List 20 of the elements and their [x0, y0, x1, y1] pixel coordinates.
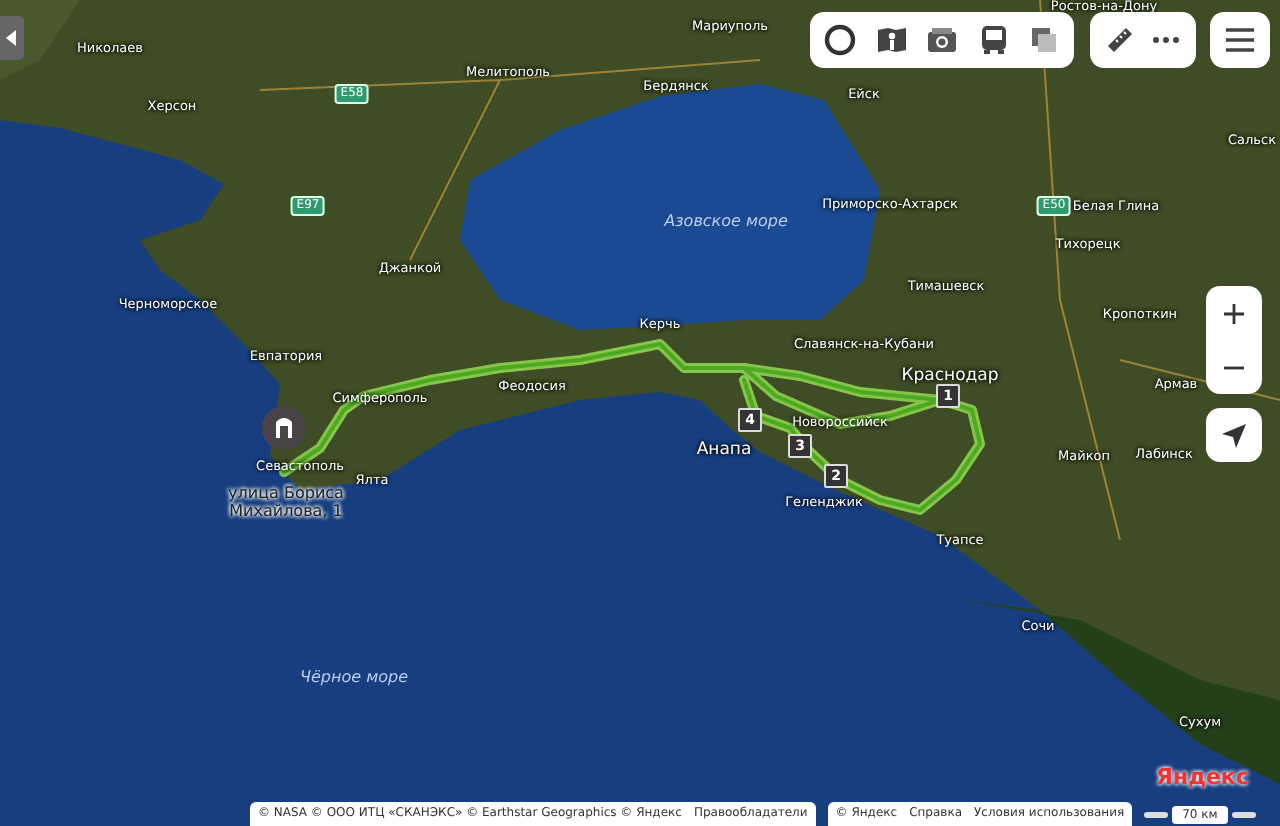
logo-text: Яндекс: [1156, 764, 1249, 790]
bus-icon: [977, 24, 1009, 56]
city-label: Анапа: [696, 441, 752, 459]
plus-icon: [1222, 301, 1246, 325]
caret-left-icon: [6, 30, 18, 46]
sea-label: Азовское море: [664, 214, 788, 230]
overlapping-squares-icon: [1028, 24, 1060, 56]
city-label: Краснодар: [901, 367, 999, 385]
sea-label: Чёрное море: [300, 670, 408, 686]
collapse-panel-button[interactable]: [0, 16, 24, 60]
menu-button[interactable]: [1210, 12, 1270, 68]
ruler-icon: [1104, 24, 1136, 56]
building-pin-icon[interactable]: [262, 406, 306, 450]
location-arrow-icon: [1220, 421, 1248, 449]
address-label: улица Бориса Михайлова, 1: [226, 484, 346, 521]
camera-icon: [926, 24, 958, 56]
more-icon: [1152, 36, 1180, 44]
menu-icon: [1224, 26, 1256, 54]
ring-icon: [824, 24, 856, 56]
location-button[interactable]: [1206, 408, 1262, 462]
